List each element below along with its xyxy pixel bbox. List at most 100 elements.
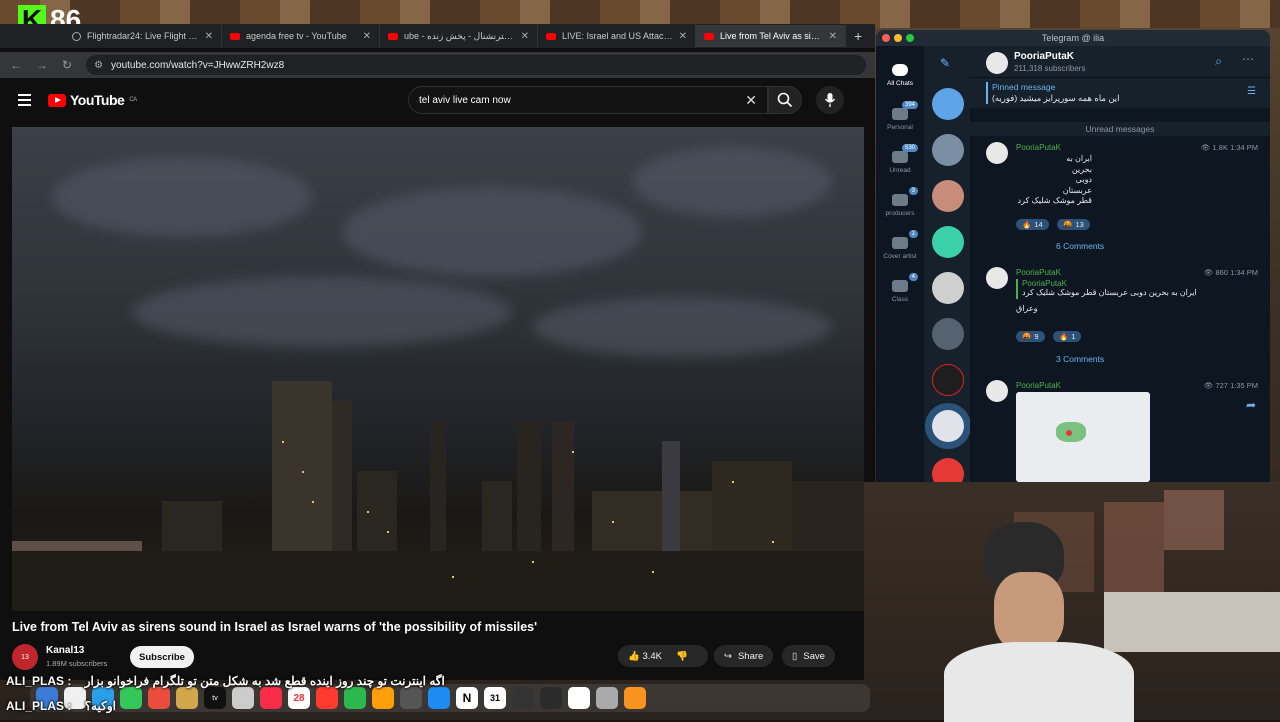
app-icon[interactable] [232,687,254,709]
chat-avatar[interactable] [932,458,964,482]
author-avatar[interactable] [986,267,1008,289]
back-icon[interactable]: ← [10,58,22,72]
voice-search-button[interactable] [816,86,844,114]
author-avatar[interactable] [986,380,1008,402]
tab-label: ube - ایران اینترنشنال - پخش زنده [404,30,515,41]
map-image[interactable] [1016,392,1150,482]
channel-name[interactable]: Kanal13 [46,645,84,656]
reply-quote[interactable]: PooriaPutaK ایران به بحرین دوبی عربستان … [1016,279,1197,299]
search-icon [777,92,793,108]
dislike-icon[interactable]: 👎 [676,651,688,662]
message-time: 1:34 PM [1230,268,1258,277]
music-icon[interactable] [260,687,282,709]
numbers-icon[interactable] [344,687,366,709]
share-button[interactable]: ↪ Share [714,645,774,667]
like-button[interactable]: 👍 3.4K [628,651,662,662]
app-icon[interactable] [512,687,534,709]
chat-avatar-selected[interactable] [932,410,964,442]
tab-live-attack[interactable]: LIVE: Israel and US Attack Ira ✕ [538,25,696,47]
reaction-angry[interactable]: 🤬 9 [1016,331,1045,342]
close-icon[interactable]: ✕ [829,31,837,42]
search-input[interactable]: tel aviv live cam now ✕ [408,86,768,114]
folder-cover-artist[interactable]: 1 Cover artist [876,230,924,260]
close-icon[interactable]: ✕ [521,31,529,42]
fl-studio-icon[interactable] [624,687,646,709]
youtube-logo[interactable]: YouTube CA [48,92,137,108]
tv-icon[interactable]: tv [204,687,226,709]
channel-avatar[interactable] [986,52,1008,74]
forward-icon[interactable]: ➦ [1246,398,1256,412]
reaction-angry[interactable]: 🤬 13 [1057,219,1090,230]
chat-bubble-icon [892,64,908,76]
message-author[interactable]: PooriaPutaK [1016,381,1061,390]
app-icon[interactable] [540,687,562,709]
notes-icon[interactable] [176,687,198,709]
app-icon[interactable] [568,687,590,709]
folder-personal[interactable]: 394 Personal [876,101,924,131]
url-field[interactable]: ⚙ youtube.com/watch?v=JHwwZRH2wz8 [86,55,867,75]
menu-icon[interactable] [18,94,31,106]
tab-agenda[interactable]: agenda free tv - YouTube ✕ [222,25,380,47]
chat-avatar[interactable] [932,226,964,258]
folder-unread[interactable]: 530 Unread [876,144,924,174]
notion-calendar-icon[interactable]: 31 [484,687,506,709]
save-button[interactable]: ▯ Save [782,645,835,667]
channel-title[interactable]: PooriaPutaK [1014,51,1074,62]
more-options-icon[interactable]: ⋯ [1242,52,1254,66]
site-info-icon[interactable]: ⚙ [94,60,103,71]
reaction-count: 1 [1071,332,1076,341]
chat-avatar[interactable] [932,180,964,212]
tab-flightradar[interactable]: Flightradar24: Live Flight Tra ✕ [64,25,222,47]
minimize-window-button[interactable] [894,34,902,42]
channel-view: PooriaPutaK 211,318 subscribers ⌕ ⋯ Pinn… [970,46,1270,482]
chat-avatar[interactable] [932,88,964,120]
search-button[interactable] [768,86,802,114]
search-icon[interactable]: ⌕ [1215,54,1222,69]
photos-icon[interactable] [148,687,170,709]
clear-search-icon[interactable]: ✕ [745,92,757,109]
calendar-icon[interactable]: 28 [288,687,310,709]
close-icon[interactable]: ✕ [679,31,687,42]
pages-icon[interactable] [372,687,394,709]
tab-tel-aviv[interactable]: Live from Tel Aviv as siren ✕ [696,25,846,47]
news-icon[interactable] [316,687,338,709]
message-author[interactable]: PooriaPutaK [1016,268,1061,277]
chat-avatar[interactable] [932,134,964,166]
chat-avatar[interactable] [932,318,964,350]
close-icon[interactable]: ✕ [205,31,213,42]
message-author[interactable]: PooriaPutaK [1016,143,1061,152]
chat-avatar[interactable] [932,364,964,396]
tab-iran-international[interactable]: ube - ایران اینترنشنال - پخش زنده ✕ [380,25,538,47]
reload-icon[interactable]: ↻ [62,58,72,72]
reaction-count: 9 [1034,332,1039,341]
close-window-button[interactable] [882,34,890,42]
pin-list-icon[interactable]: ☰ [1247,86,1256,97]
folder-producers[interactable]: 3 producers [876,187,924,217]
author-avatar[interactable] [986,142,1008,164]
messages-icon[interactable] [120,687,142,709]
zoom-window-button[interactable] [906,34,914,42]
video-title: Live from Tel Aviv as sirens sound in Is… [12,620,538,634]
message-line: بحرین [1071,164,1092,174]
subscribe-button[interactable]: Subscribe [130,646,194,668]
new-tab-button[interactable]: + [846,28,862,44]
comments-link[interactable]: 3 Comments [1056,354,1104,364]
pinned-message-bar[interactable]: Pinned message این ماه همه سورپرایز میشی… [970,78,1270,108]
reaction-fire[interactable]: 🔥 1 [1052,331,1082,342]
reaction-fire[interactable]: 🔥 14 [1016,219,1049,230]
close-icon[interactable]: ✕ [363,31,371,42]
app-icon[interactable] [596,687,618,709]
message-meta: 👁 727 1:35 PM [1203,381,1258,390]
folder-all-chats[interactable]: All Chats [876,64,924,87]
settings-icon[interactable] [400,687,422,709]
compose-icon[interactable]: ✎ [940,56,950,70]
notion-icon[interactable]: N [456,687,478,709]
forward-icon[interactable]: → [36,58,48,72]
chat-avatar[interactable] [932,272,964,304]
app-store-icon[interactable] [428,687,450,709]
comments-link[interactable]: 6 Comments [1056,241,1104,251]
video-player[interactable] [12,127,864,611]
folder-class[interactable]: 4 Class [876,273,924,303]
channel-avatar[interactable]: 13 [12,644,38,670]
address-bar-row: ← → ↻ ⚙ youtube.com/watch?v=JHwwZRH2wz8 [0,52,875,78]
